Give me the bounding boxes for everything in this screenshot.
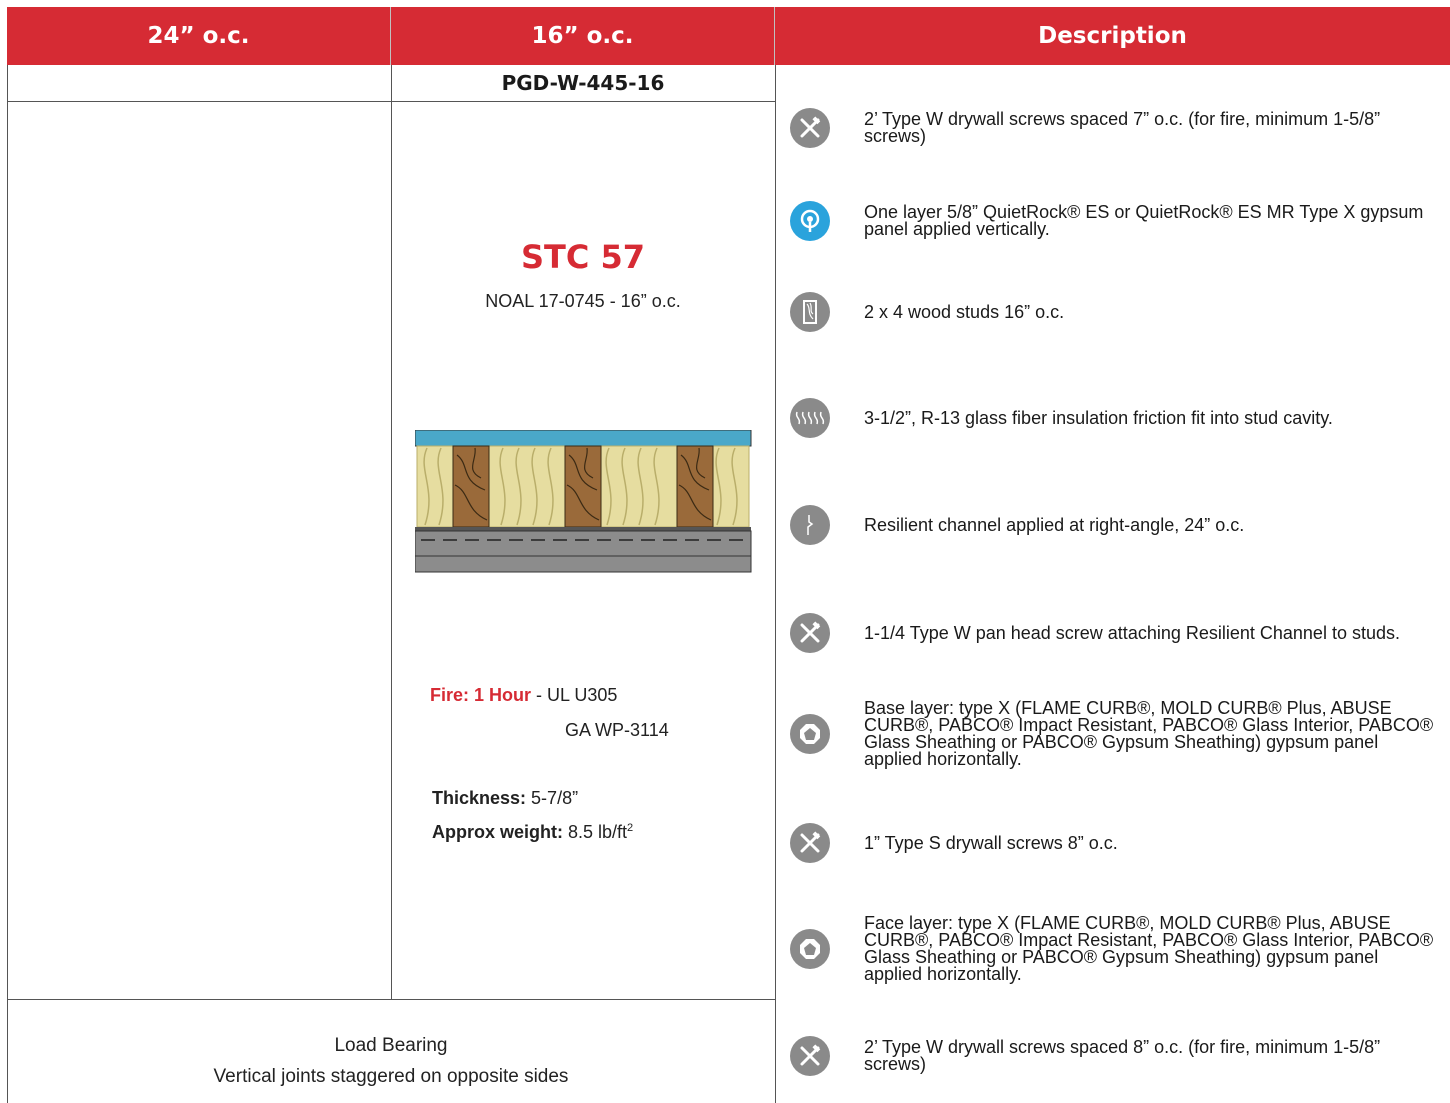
fire-rating-ga: GA WP-3114 — [565, 720, 669, 740]
description-text: 3-1/2”, R-13 glass fiber insulation fric… — [864, 407, 1333, 428]
approx-weight: Approx weight: 8.5 lb/ft2 — [432, 822, 633, 843]
description-item: 2’ Type W drywall screws spaced 7” o.c. … — [790, 105, 1440, 151]
description-text: 2’ Type W drywall screws spaced 7” o.c. … — [864, 109, 1381, 146]
screw-tools-icon — [790, 108, 830, 148]
assembly-code: PGD-W-445-16 — [501, 71, 665, 95]
table-row-divider — [7, 101, 775, 102]
description-item: 3-1/2”, R-13 glass fiber insulation fric… — [790, 396, 1440, 440]
description-item: 2’ Type W drywall screws spaced 8” o.c. … — [790, 1033, 1440, 1079]
description-text: Face layer: type X (FLAME CURB®, MOLD CU… — [864, 913, 1434, 984]
resilient-channel-icon — [790, 505, 830, 545]
description-item: One layer 5/8” QuietRock® ES or QuietRoc… — [790, 198, 1440, 244]
header-col-description: Description — [775, 7, 1450, 65]
table-footer-divider — [7, 999, 775, 1000]
weight-exponent: 2 — [627, 822, 634, 834]
description-text: 1” Type S drywall screws 8” o.c. — [864, 832, 1118, 853]
wood-stud-icon — [790, 292, 830, 332]
description-item: 1-1/4 Type W pan head screw attaching Re… — [790, 610, 1440, 656]
weight-value: 8.5 lb/ft — [563, 822, 628, 842]
insulation-icon — [790, 398, 830, 438]
thickness-value: 5-7/8” — [526, 788, 579, 808]
screw-tools-icon — [790, 1036, 830, 1076]
table-divider-col1 — [391, 65, 392, 999]
thickness-label: Thickness: — [432, 788, 527, 808]
description-item: 1” Type S drywall screws 8” o.c. — [790, 820, 1440, 866]
description-item: Resilient channel applied at right-angle… — [790, 503, 1440, 547]
description-text: 2 x 4 wood studs 16” o.c. — [864, 301, 1065, 322]
quietrock-icon — [790, 201, 830, 241]
thickness: Thickness: 5-7/8” — [432, 788, 578, 809]
description-text: Resilient channel applied at right-angle… — [864, 514, 1245, 535]
gypsum-panel-icon — [790, 929, 830, 969]
wall-assembly-diagram — [415, 430, 752, 573]
description-item: Base layer: type X (FLAME CURB®, MOLD CU… — [790, 690, 1440, 778]
screw-tools-icon — [790, 823, 830, 863]
description-text: 1-1/4 Type W pan head screw attaching Re… — [864, 622, 1400, 643]
description-text: 2’ Type W drywall screws spaced 8” o.c. … — [864, 1037, 1381, 1074]
fire-rating: Fire: 1 Hour - UL U305 — [430, 685, 617, 706]
description-text: One layer 5/8” QuietRock® ES or QuietRoc… — [864, 202, 1424, 239]
description-item: Face layer: type X (FLAME CURB®, MOLD CU… — [790, 905, 1440, 993]
table-border-left — [7, 65, 8, 1103]
header-col-16oc: 16” o.c. — [391, 7, 775, 65]
weight-label: Approx weight: — [432, 822, 563, 842]
description-text: Base layer: type X (FLAME CURB®, MOLD CU… — [864, 698, 1434, 769]
fire-rating-ul: - UL U305 — [531, 685, 618, 705]
gypsum-panel-icon — [790, 714, 830, 754]
header-col-24oc: 24” o.c. — [7, 7, 391, 65]
fire-rating-label: Fire: 1 Hour — [430, 685, 532, 705]
noal-reference: NOAL 17-0745 - 16” o.c. — [485, 291, 681, 311]
footer-notes: Load Bearing Vertical joints staggered o… — [7, 1030, 775, 1092]
stc-rating: STC 57 — [520, 238, 646, 276]
screw-tools-icon — [790, 613, 830, 653]
table-divider-col2 — [775, 65, 776, 1103]
footer-joints: Vertical joints staggered on opposite si… — [213, 1066, 569, 1087]
footer-load-bearing: Load Bearing — [334, 1035, 448, 1056]
description-item: 2 x 4 wood studs 16” o.c. — [790, 290, 1440, 334]
